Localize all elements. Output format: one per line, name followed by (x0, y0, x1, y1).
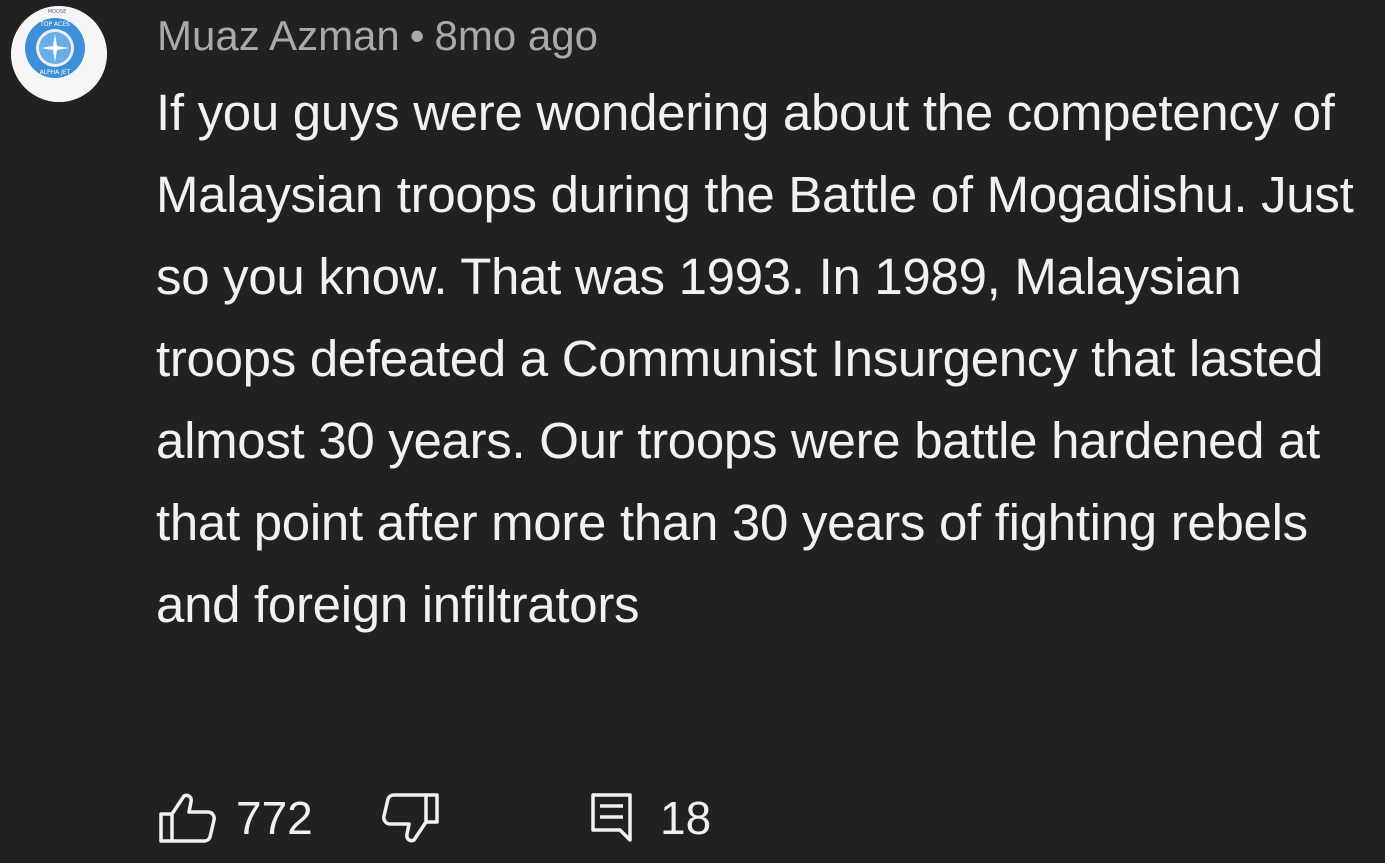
avatar[interactable]: TOP ACES ALPHA JET MOOSE (11, 6, 107, 102)
thumbs-up-icon (159, 793, 216, 843)
dislike-button[interactable] (382, 783, 442, 853)
comment-card: TOP ACES ALPHA JET MOOSE Muaz Azman • 8mo … (0, 0, 1385, 863)
comment-meta: Muaz Azman • 8mo ago (157, 10, 598, 62)
jet-roundel-icon: TOP ACES ALPHA JET MOOSE (11, 6, 107, 102)
reply-button[interactable]: 18 (590, 783, 740, 853)
meta-separator: • (409, 12, 425, 59)
like-count: 772 (236, 792, 313, 844)
avatar-corner-text: MOOSE (48, 9, 67, 15)
thumbs-down-icon (382, 793, 439, 843)
comment-timestamp[interactable]: 8mo ago (435, 12, 598, 59)
reply-icon (591, 793, 632, 842)
comment-text: If you guys were wondering about the com… (156, 84, 1354, 633)
avatar-ring-text-bottom: ALPHA JET (40, 69, 71, 76)
like-button[interactable]: 772 (156, 783, 326, 853)
author-name[interactable]: Muaz Azman (157, 12, 400, 59)
avatar-ring-text-top: TOP ACES (39, 21, 70, 28)
reply-count: 18 (660, 792, 712, 844)
